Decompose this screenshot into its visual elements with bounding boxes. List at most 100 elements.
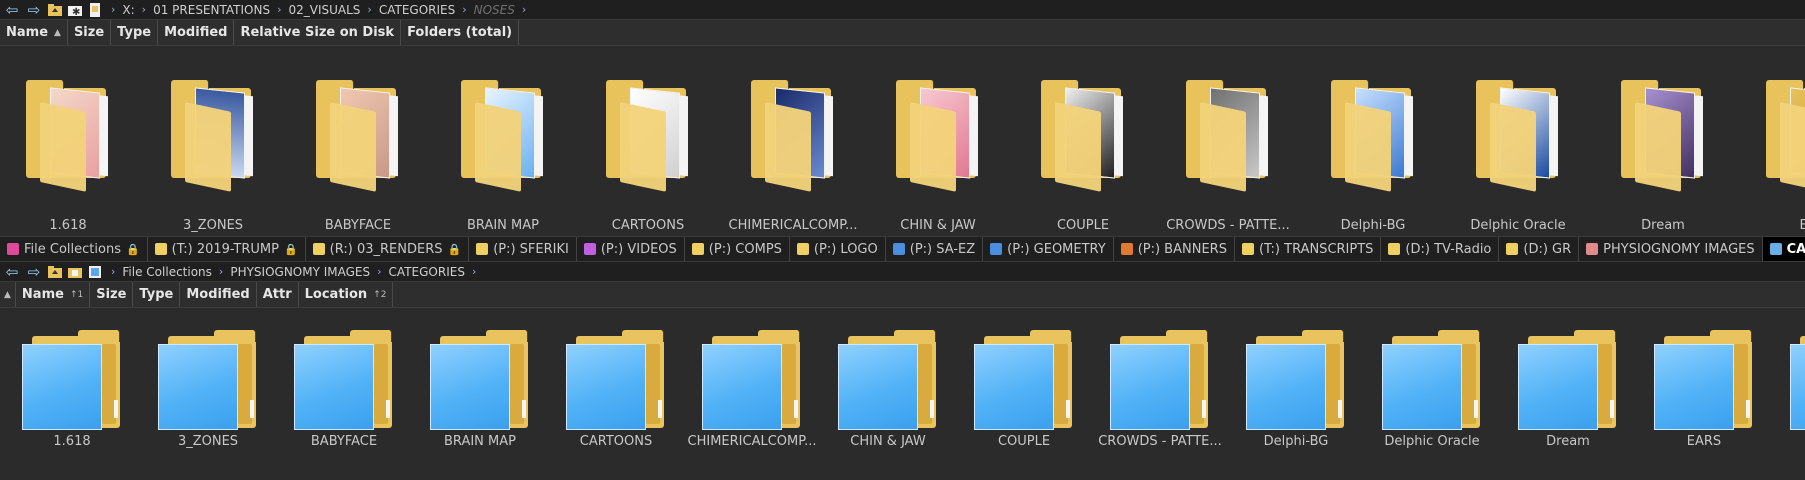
folder-tile[interactable]: Delphic Oracle: [1364, 318, 1500, 480]
folder-preview-icon: [1186, 80, 1276, 192]
tab-folder-icon: [1586, 243, 1599, 255]
column-type[interactable]: Type: [111, 20, 159, 45]
tab-item[interactable]: (T:) 2019-TRUMP 🔒: [148, 237, 306, 261]
folder-tile[interactable]: EA: [1740, 66, 1805, 236]
top-column-header: Name ▲ Size Type Modified Relative Size o…: [0, 20, 1805, 46]
folder-label: EARS: [1686, 434, 1722, 449]
column-relative-size[interactable]: Relative Size on Disk: [234, 20, 402, 45]
column-location[interactable]: Location ↑2: [299, 282, 394, 307]
folder-tile[interactable]: Dream: [1595, 66, 1731, 236]
tab-item[interactable]: (P:) LOGO: [790, 237, 886, 261]
forward-arrow-icon[interactable]: ⇨: [24, 1, 44, 19]
tab-item[interactable]: (R:) 03_RENDERS 🔒: [306, 237, 470, 261]
virtual-folder-icon: [1110, 330, 1210, 430]
folder-tile[interactable]: COUPLE: [956, 318, 1092, 480]
breadcrumb-item[interactable]: 01 PRESENTATIONS: [153, 3, 270, 17]
chevron-right-icon: ›: [471, 265, 477, 278]
tab-item[interactable]: (P:) BANNERS: [1114, 237, 1235, 261]
folder-tile[interactable]: Delphic Oracle: [1450, 66, 1586, 236]
breadcrumb-item[interactable]: X:: [122, 3, 134, 17]
column-modified[interactable]: Modified: [158, 20, 235, 45]
folder-tile[interactable]: CARTOONS: [548, 318, 684, 480]
column-label: Name: [21, 287, 64, 302]
folder-tile[interactable]: CHIMERICALCOMP...: [684, 318, 820, 480]
folder-tile[interactable]: COUPLE: [1015, 66, 1151, 236]
new-folder-icon[interactable]: [66, 264, 84, 280]
tab-label: (P:) SA-EZ: [909, 241, 976, 257]
tab-label: (T:) TRANSCRIPTS: [1258, 241, 1374, 257]
tab-item[interactable]: (P:) SA-EZ: [886, 237, 984, 261]
breadcrumb-item[interactable]: CATEGORIES: [389, 265, 465, 279]
folder-label: CROWDS - PATTE...: [1098, 434, 1222, 449]
tab-item[interactable]: File Collections 🔒: [0, 237, 148, 261]
tab-item[interactable]: (T:) TRANSCRIPTS: [1235, 237, 1382, 261]
column-label: Attr: [262, 287, 292, 302]
tab-label: (P:) SFERIKI: [493, 241, 569, 257]
folder-tile[interactable]: BABYFACE: [276, 318, 412, 480]
up-folder-icon[interactable]: [46, 2, 64, 18]
virtual-folder-icon: [1654, 330, 1754, 430]
chevron-right-icon: ›: [367, 3, 372, 16]
folder-label: CHIN & JAW: [900, 218, 976, 233]
tab-label: CATEG: [1786, 241, 1805, 257]
tab-item[interactable]: (P:) COMPS: [685, 237, 790, 261]
breadcrumb-item[interactable]: 02_VISUALS: [288, 3, 360, 17]
folder-label: BABYFACE: [324, 218, 392, 233]
column-name[interactable]: Name ▲: [0, 20, 68, 45]
folder-tile[interactable]: CHIN & JAW: [870, 66, 1006, 236]
drive-icon: [86, 2, 104, 18]
favorite-folder-icon[interactable]: ✱: [66, 2, 84, 18]
folder-label: Delphi-BG: [1263, 434, 1329, 449]
folder-label: 1.618: [53, 434, 91, 449]
tab-item[interactable]: (D:) TV-Radio: [1381, 237, 1500, 261]
back-arrow-icon[interactable]: ⇦: [2, 263, 22, 281]
folder-tile[interactable]: EARS: [1636, 318, 1772, 480]
folder-tile[interactable]: Delphi-BG: [1305, 66, 1441, 236]
folder-label: CARTOONS: [611, 218, 685, 233]
top-folder-grid: 1.618 3_ZONES BABYFACE BRAIN MAP CARTOONS CHI…: [0, 46, 1805, 233]
column-toggle-sort[interactable]: ▲: [0, 282, 16, 307]
folder-label: BRAIN MAP: [467, 218, 539, 233]
folder-tile[interactable]: CARTOONS: [580, 66, 716, 236]
tab-item[interactable]: (P:) GEOMETRY: [983, 237, 1114, 261]
forward-arrow-icon[interactable]: ⇨: [24, 263, 44, 281]
chevron-right-icon: ›: [377, 265, 382, 278]
column-folders-total[interactable]: Folders (total): [401, 20, 520, 45]
tab-item[interactable]: (P:) VIDEOS: [577, 237, 685, 261]
tab-item[interactable]: (D:) GR: [1499, 237, 1580, 261]
up-folder-icon[interactable]: [46, 264, 64, 280]
breadcrumb-item[interactable]: PHYSIOGNOMY IMAGES: [230, 265, 370, 279]
folder-tile[interactable]: 1.618: [4, 318, 140, 480]
folder-tile[interactable]: 3_ZONES: [145, 66, 281, 236]
column-label: Size: [96, 287, 127, 302]
virtual-folder-icon: [1790, 330, 1805, 430]
tab-item[interactable]: CATEG: [1762, 237, 1805, 261]
folder-tile[interactable]: CROWDS - PATTE...: [1092, 318, 1228, 480]
folder-tile[interactable]: 3_ZONES: [140, 318, 276, 480]
folder-label: EVOL: [1772, 434, 1805, 449]
folder-tile[interactable]: CROWDS - PATTE...: [1160, 66, 1296, 236]
tab-item[interactable]: PHYSIOGNOMY IMAGES: [1579, 237, 1763, 261]
folder-tile[interactable]: BRAIN MAP: [412, 318, 548, 480]
folder-tile[interactable]: Delphi-BG: [1228, 318, 1364, 480]
back-arrow-icon[interactable]: ⇦: [2, 1, 22, 19]
folder-tile[interactable]: CHIN & JAW: [820, 318, 956, 480]
folder-tile[interactable]: CHIMERICALCOMP...: [725, 66, 861, 236]
column-size[interactable]: Size: [68, 20, 112, 45]
folder-tile[interactable]: EVOL: [1772, 318, 1805, 480]
column-size[interactable]: Size: [90, 282, 134, 307]
column-name[interactable]: Name ↑1: [16, 282, 91, 307]
folder-tile[interactable]: BRAIN MAP: [435, 66, 571, 236]
chevron-right-icon: ›: [277, 3, 282, 16]
breadcrumb-item[interactable]: CATEGORIES: [379, 3, 455, 17]
tab-item[interactable]: (P:) SFERIKI: [469, 237, 577, 261]
column-attr[interactable]: Attr: [257, 282, 299, 307]
sort-ascending-icon: ▲: [54, 27, 61, 38]
folder-tile[interactable]: BABYFACE: [290, 66, 426, 236]
column-modified[interactable]: Modified: [180, 282, 257, 307]
breadcrumb-item[interactable]: File Collections: [122, 265, 212, 279]
column-type[interactable]: Type: [133, 282, 181, 307]
breadcrumb-item-history[interactable]: NOSES: [474, 3, 515, 17]
folder-tile[interactable]: Dream: [1500, 318, 1636, 480]
folder-tile[interactable]: 1.618: [0, 66, 136, 236]
